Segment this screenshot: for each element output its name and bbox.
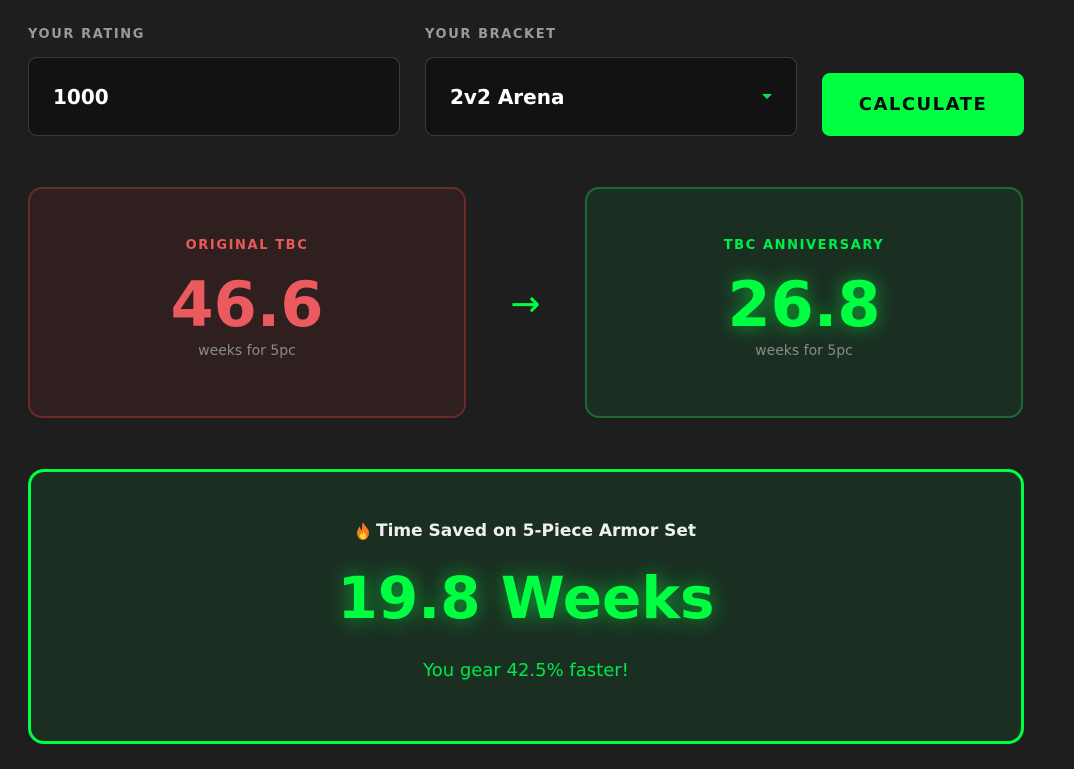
- rating-input[interactable]: 1000: [28, 57, 400, 136]
- time-saved-panel: Time Saved on 5-Piece Armor Set 19.8 Wee…: [28, 469, 1024, 744]
- time-saved-value: 19.8 Weeks: [337, 564, 715, 632]
- rating-field: YOUR RATING: [28, 26, 145, 44]
- original-tbc-unit: weeks for 5pc: [198, 343, 296, 359]
- fire-icon: [356, 522, 370, 540]
- arrow-right-icon: →: [510, 284, 541, 325]
- tbc-anniversary-unit: weeks for 5pc: [755, 343, 853, 359]
- calculator-form: YOUR RATING 1000 YOUR BRACKET 2v2 Arena …: [28, 26, 1024, 138]
- bracket-select[interactable]: 2v2 Arena: [425, 57, 797, 136]
- tbc-anniversary-title: TBC ANNIVERSARY: [723, 238, 885, 253]
- original-tbc-weeks: 46.6: [170, 268, 324, 341]
- rating-value: 1000: [53, 84, 109, 109]
- calculate-button[interactable]: CALCULATE: [822, 73, 1024, 136]
- time-saved-heading: Time Saved on 5-Piece Armor Set: [31, 519, 1021, 543]
- time-saved-title: Time Saved on 5-Piece Armor Set: [375, 521, 697, 541]
- bracket-field: YOUR BRACKET: [425, 26, 557, 44]
- tbc-anniversary-weeks: 26.8: [727, 268, 881, 341]
- chevron-down-icon: [762, 94, 772, 99]
- rating-label: YOUR RATING: [28, 27, 146, 42]
- original-tbc-card: ORIGINAL TBC 46.6 weeks for 5pc: [28, 187, 466, 418]
- time-saved-subtitle: You gear 42.5% faster!: [423, 660, 629, 681]
- bracket-value: 2v2 Arena: [450, 84, 565, 109]
- original-tbc-title: ORIGINAL TBC: [185, 238, 309, 253]
- tbc-anniversary-card: TBC ANNIVERSARY 26.8 weeks for 5pc: [585, 187, 1023, 418]
- bracket-label: YOUR BRACKET: [425, 27, 557, 42]
